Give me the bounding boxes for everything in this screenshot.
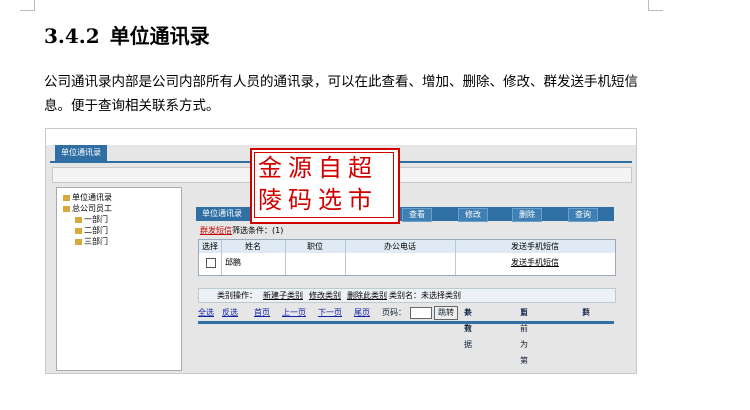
query-button[interactable]: 查询 xyxy=(568,208,598,222)
first-page-link[interactable]: 首页 xyxy=(254,305,270,321)
delete-category-link[interactable]: 删除此类别 xyxy=(347,289,387,302)
pages-suffix: 页 xyxy=(582,308,590,317)
section-heading: 3.4.2 单位通讯录 xyxy=(44,20,210,49)
tree-company[interactable]: 总公司员工 xyxy=(63,203,112,214)
edit-button[interactable]: 修改 xyxy=(458,208,488,222)
invert-selection-link[interactable]: 反选 xyxy=(222,305,238,321)
department-tree: 单位通讯录 总公司员工 一部门 二部门 三部门 xyxy=(56,187,182,371)
col-select: 选择 xyxy=(202,242,218,251)
category-operations: 类别操作： 新建子类别 修改类别 删除此类别 类别名：未选择类别 xyxy=(198,288,616,303)
view-button[interactable]: 查看 xyxy=(402,208,432,222)
row-send-sms-link[interactable]: 发送手机短信 xyxy=(455,256,615,269)
jump-button[interactable]: 跳转 xyxy=(434,306,458,320)
body-paragraph: 公司通讯录内部是公司内部所有人员的通讯录，可以在此查看、增加、删除、修改、群发送… xyxy=(44,74,638,114)
tree-dept-2[interactable]: 二部门 xyxy=(75,225,108,236)
section-title: 单位通讯录 xyxy=(109,24,210,48)
page-number-input[interactable] xyxy=(410,307,432,319)
mass-sms-link[interactable]: 群发短信 xyxy=(200,226,232,235)
tab-address-book[interactable]: 单位通讯录 xyxy=(55,145,107,161)
total-suffix: 条数据 xyxy=(464,308,472,349)
col-divider xyxy=(345,240,346,275)
page-corner-mark-right xyxy=(648,0,663,11)
page-number-label: 页码： xyxy=(382,308,406,317)
watermark-stamp: 金源自超 陵码选市 xyxy=(250,148,400,224)
col-divider xyxy=(285,240,286,275)
contacts-table: 选择 姓名 职位 办公电话 发送手机短信 邱鹏 发送手机短信 xyxy=(198,239,616,276)
filter-text: 筛选条件：(1) xyxy=(232,226,284,235)
section-number: 3.4.2 xyxy=(44,24,100,48)
pager: 全选 反选 首页 上一页 下一页 尾页 页码： 跳转 共有 1 条数据 当前为第 1 页… xyxy=(198,305,614,365)
tree-dept-1[interactable]: 一部门 xyxy=(75,214,108,225)
prev-page-link[interactable]: 上一页 xyxy=(282,305,306,321)
last-page-link[interactable]: 尾页 xyxy=(354,305,370,321)
col-phone: 办公电话 xyxy=(384,242,416,251)
next-page-link[interactable]: 下一页 xyxy=(318,305,342,321)
row-name: 邱鹏 xyxy=(225,258,241,267)
col-send-sms: 发送手机短信 xyxy=(511,242,559,251)
col-name: 姓名 xyxy=(245,242,261,251)
stamp-line-2: 陵码选市 xyxy=(258,186,378,214)
category-ops-label: 类别操作： xyxy=(217,291,257,300)
screenshot-topbar xyxy=(46,129,636,145)
toolbar-title: 单位通讯录 xyxy=(202,209,242,218)
edit-category-link[interactable]: 修改类别 xyxy=(309,289,341,302)
col-position: 职位 xyxy=(307,242,323,251)
tree-root[interactable]: 单位通讯录 xyxy=(63,192,112,203)
delete-button[interactable]: 删除 xyxy=(512,208,542,222)
link-row: 群发短信筛选条件：(1) xyxy=(200,225,283,237)
col-divider xyxy=(221,240,222,275)
new-subcategory-link[interactable]: 新建子类别 xyxy=(263,289,303,302)
stamp-line-1: 金源自超 xyxy=(258,154,378,182)
page-corner-mark-left xyxy=(20,0,35,11)
tree-dept-3[interactable]: 三部门 xyxy=(75,236,108,247)
category-name-text: 类别名：未选择类别 xyxy=(389,291,461,300)
select-all-link[interactable]: 全选 xyxy=(198,305,214,321)
current-suffix: 页 xyxy=(520,308,528,317)
row-checkbox[interactable] xyxy=(206,258,216,268)
